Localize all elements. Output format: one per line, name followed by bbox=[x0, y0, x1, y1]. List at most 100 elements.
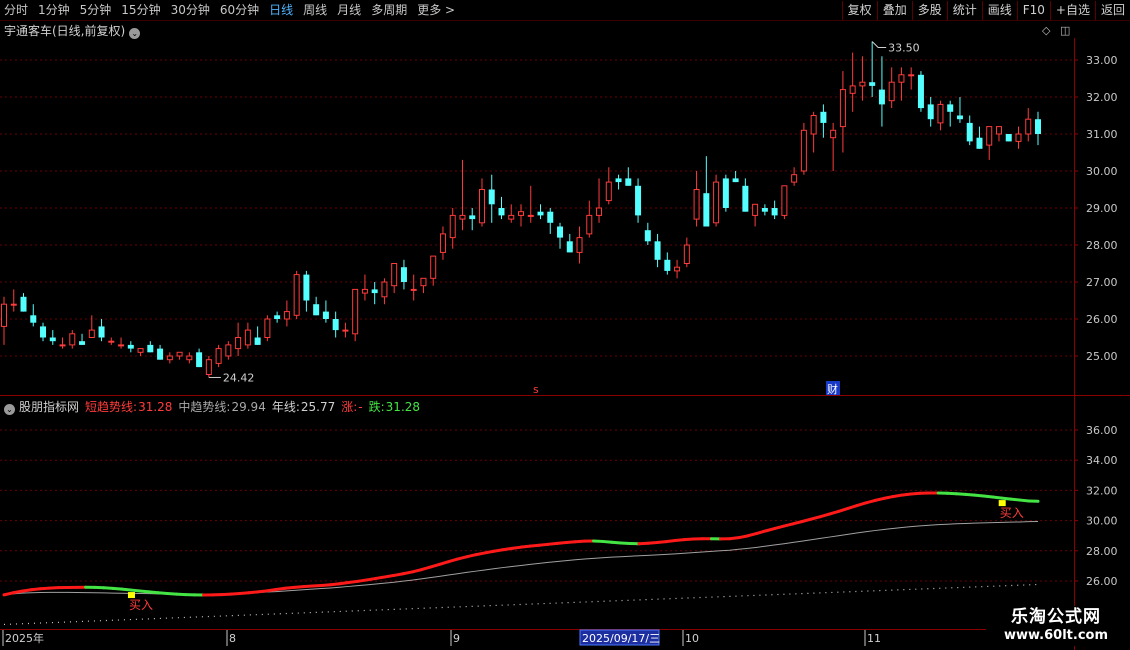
candle-body-up bbox=[1015, 133, 1022, 142]
candle-body-up bbox=[576, 237, 583, 253]
period-tab-1[interactable]: 1分钟 bbox=[34, 0, 76, 20]
candle-body-down bbox=[498, 208, 505, 216]
period-tab-7[interactable]: 周线 bbox=[299, 0, 333, 20]
toolbar-action-3[interactable]: 统计 bbox=[946, 1, 982, 20]
candle-body-down bbox=[196, 352, 203, 368]
candle-body-up bbox=[293, 274, 300, 316]
toolbar-action-2[interactable]: 多股 bbox=[911, 1, 947, 20]
indicator-name[interactable]: 股朋指标网 bbox=[19, 400, 79, 414]
toolbar-action-7[interactable]: 返回 bbox=[1094, 1, 1130, 20]
candle-body-up bbox=[713, 181, 720, 224]
candle-body-down bbox=[927, 104, 934, 120]
candle-body-down bbox=[547, 211, 554, 223]
candle-body-down bbox=[79, 341, 86, 345]
candle-body-up bbox=[791, 174, 798, 183]
toolbar-action-1[interactable]: 叠加 bbox=[876, 1, 912, 20]
stock-title[interactable]: 宇通客车(日线,前复权) ⌄ bbox=[4, 22, 141, 39]
candle-body-up bbox=[586, 214, 593, 235]
candle-body-down bbox=[742, 185, 749, 212]
chevron-down-icon[interactable]: ⌄ bbox=[4, 404, 15, 415]
period-tab-0[interactable]: 分时 bbox=[0, 0, 34, 20]
toolbar-action-0[interactable]: 复权 bbox=[841, 1, 877, 20]
candle-body-down bbox=[313, 304, 320, 316]
candle-body-down bbox=[976, 137, 983, 149]
candle-body-up bbox=[596, 207, 603, 216]
short-trend-value: 31.28 bbox=[138, 400, 173, 414]
candle-body-down bbox=[917, 74, 924, 109]
logo-url: www.60lt.com bbox=[1003, 628, 1109, 643]
price-tick-label: 33.00 bbox=[1086, 54, 1118, 67]
price-tick-label: 25.00 bbox=[1086, 350, 1118, 363]
candle-body-up bbox=[264, 318, 271, 338]
down-label: 跌: bbox=[368, 400, 385, 414]
low-price-label: 24.42 bbox=[223, 371, 255, 384]
toolbar-action-5[interactable]: F10 bbox=[1016, 1, 1050, 20]
candle-body-up bbox=[186, 355, 193, 361]
candle-body-up bbox=[830, 129, 837, 139]
period-tab-8[interactable]: 月线 bbox=[333, 0, 367, 20]
period-tab-3[interactable]: 15分钟 bbox=[117, 0, 166, 20]
up-label: 涨: bbox=[341, 400, 358, 414]
indicator-legend: ⌄ 股朋指标网 短趋势线:31.28 中趋势线:29.94 年线:25.77 涨:- 跌:3… bbox=[4, 398, 426, 415]
date-label: 10 bbox=[685, 632, 699, 645]
price-tick-label: 30.00 bbox=[1086, 165, 1118, 178]
year-line-label: 年线: bbox=[271, 400, 300, 414]
period-tab-10[interactable]: 更多 > bbox=[413, 0, 461, 20]
candle-body-up bbox=[430, 255, 437, 279]
candle-body-up bbox=[439, 233, 446, 253]
candle-body-down bbox=[947, 104, 954, 112]
candle-body-up bbox=[449, 214, 456, 239]
candle-body-down bbox=[400, 267, 407, 282]
indicator-tick-label: 34.00 bbox=[1086, 454, 1118, 467]
candle-body-down bbox=[869, 82, 876, 86]
candle-body-up bbox=[478, 189, 485, 224]
toolbar: 分时 1分钟 5分钟 15分钟 30分钟 60分钟 日线 周线 月线 多周期 更多 > 复权 叠加 多股… bbox=[0, 0, 1130, 21]
up-value: - bbox=[358, 400, 363, 414]
diamond-icon[interactable]: ◇ bbox=[1042, 24, 1050, 37]
candle-body-up bbox=[225, 344, 232, 357]
mid-trend-line bbox=[3, 521, 1039, 596]
down-value: 31.28 bbox=[385, 400, 421, 414]
candle-body-down bbox=[635, 185, 642, 216]
indicator-tick-label: 36.00 bbox=[1086, 424, 1118, 437]
candle-body-up bbox=[342, 329, 349, 332]
toolbar-action-4[interactable]: 画线 bbox=[981, 1, 1017, 20]
candle-body-down bbox=[615, 178, 622, 183]
candle-body-down bbox=[771, 208, 778, 216]
main-chart-canvas[interactable]: 33.00 32.00 31.00 30.00 29.00 28.00 27.00 26.00… bbox=[0, 0, 1130, 650]
period-tab-6[interactable]: 日线 bbox=[265, 0, 299, 20]
candle-body-up bbox=[459, 214, 466, 220]
candle-body-down bbox=[157, 348, 164, 360]
stock-title-text: 宇通客车(日线,前复权) bbox=[4, 24, 126, 38]
candle-body-up bbox=[205, 359, 212, 376]
price-tick-label: 28.00 bbox=[1086, 239, 1118, 252]
candle-body-down bbox=[557, 226, 564, 238]
candle-body-up bbox=[10, 303, 17, 306]
candle-body-up bbox=[381, 281, 388, 298]
toolbar-action-6[interactable]: +自选 bbox=[1049, 1, 1095, 20]
period-tabs: 分时 1分钟 5分钟 15分钟 30分钟 60分钟 日线 周线 月线 多周期 更多 > bbox=[0, 0, 461, 20]
candle-body-up bbox=[888, 81, 895, 102]
event-marker-cai: 财 bbox=[827, 382, 838, 396]
period-tab-2[interactable]: 5分钟 bbox=[76, 0, 118, 20]
price-tick-label: 27.00 bbox=[1086, 276, 1118, 289]
candle-body-up bbox=[810, 115, 817, 135]
candle-body-down bbox=[40, 326, 47, 338]
high-pointer bbox=[871, 41, 887, 48]
candle-body-up bbox=[849, 85, 856, 94]
layout-icon[interactable]: ◫ bbox=[1060, 24, 1070, 37]
candle-body-up bbox=[244, 329, 251, 346]
candle-body-down bbox=[254, 337, 261, 345]
candle-body-down bbox=[878, 89, 885, 105]
chevron-down-icon[interactable]: ⌄ bbox=[129, 28, 141, 39]
candle-body-down bbox=[303, 274, 310, 301]
candle-body-down bbox=[722, 178, 729, 208]
logo-title: 乐淘公式网 bbox=[1011, 607, 1101, 627]
candle-body-up bbox=[69, 333, 76, 346]
candle-body-up bbox=[752, 203, 759, 216]
period-tab-9[interactable]: 多周期 bbox=[367, 0, 413, 20]
candle-body-up bbox=[937, 103, 944, 124]
period-tab-4[interactable]: 30分钟 bbox=[167, 0, 216, 20]
candle-body-down bbox=[49, 337, 56, 342]
period-tab-5[interactable]: 60分钟 bbox=[216, 0, 265, 20]
